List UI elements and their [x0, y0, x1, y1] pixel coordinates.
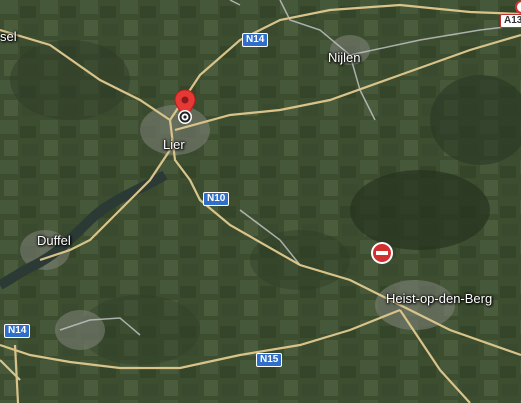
- road-shield-n10: N10: [203, 192, 230, 206]
- satellite-map[interactable]: sel Lier Nijlen Duffel Heist-op-den-Berg…: [0, 0, 521, 403]
- map-canvas[interactable]: [0, 0, 521, 403]
- road-shield-a13: A13: [500, 14, 521, 28]
- no-entry-icon[interactable]: [370, 241, 394, 265]
- place-label-sel: sel: [0, 29, 17, 44]
- place-label-heist-op-den-berg[interactable]: Heist-op-den-Berg: [386, 291, 492, 306]
- location-pin-icon[interactable]: [172, 88, 198, 124]
- place-label-duffel[interactable]: Duffel: [37, 233, 71, 248]
- place-label-nijlen[interactable]: Nijlen: [328, 50, 361, 65]
- road-shield-n14-left: N14: [4, 324, 31, 338]
- road-shield-n15: N15: [256, 353, 283, 367]
- place-label-lier[interactable]: Lier: [163, 137, 185, 152]
- road-shield-icon: [515, 0, 521, 14]
- road-shield-n14-top: N14: [242, 33, 269, 47]
